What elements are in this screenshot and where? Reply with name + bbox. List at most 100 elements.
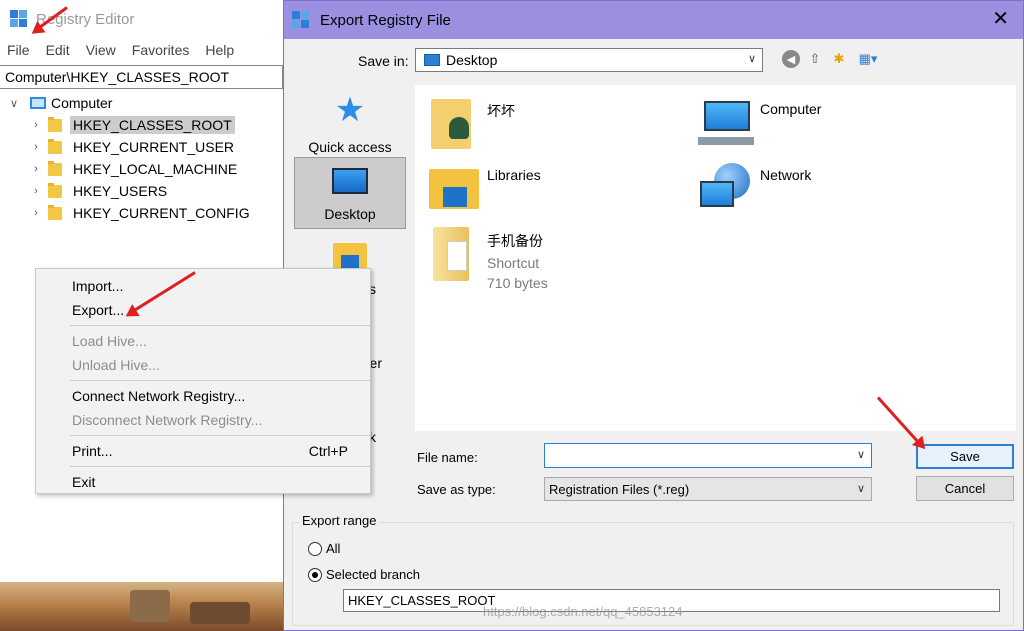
place-quick-access[interactable]: ★ Quick access	[294, 89, 406, 161]
tree-node-hkey-classes-root[interactable]: › HKEY_CLASSES_ROOT	[0, 114, 283, 136]
menu-item-exit[interactable]: Exit	[36, 470, 370, 494]
tree-node-hkey-current-config[interactable]: › HKEY_CURRENT_CONFIG	[0, 202, 283, 224]
tree-node-label: HKEY_USERS	[73, 183, 168, 199]
place-label: Desktop	[324, 206, 376, 222]
file-item-libraries[interactable]: Libraries	[425, 161, 541, 219]
shortcut-folder-icon	[425, 225, 481, 283]
computer-icon	[30, 97, 46, 109]
tree-node-label: HKEY_LOCAL_MACHINE	[73, 161, 238, 177]
save-button[interactable]: Save	[916, 444, 1014, 469]
watermark: https://blog.csdn.net/qq_45853124	[483, 604, 683, 619]
save-in-label: Save in:	[358, 53, 409, 69]
folder-icon	[48, 182, 62, 198]
chevron-right-icon[interactable]: ›	[30, 119, 42, 131]
registry-editor-icon	[10, 10, 28, 28]
chevron-right-icon[interactable]: ›	[30, 163, 42, 175]
menu-item-unload-hive[interactable]: Unload Hive...	[36, 353, 370, 377]
place-label: Quick access	[308, 139, 392, 155]
save-as-type-select[interactable]: Registration Files (*.reg) ∨	[544, 477, 872, 501]
tree-node-label: HKEY_CURRENT_USER	[73, 139, 235, 155]
menu-help[interactable]: Help	[205, 42, 234, 58]
file-name: Network	[760, 167, 812, 183]
tree-node-hkey-current-user[interactable]: › HKEY_CURRENT_USER	[0, 136, 283, 158]
menu-item-import[interactable]: Import...	[36, 274, 370, 298]
background-object	[130, 590, 170, 622]
menu-favorites[interactable]: Favorites	[132, 42, 190, 58]
radio-button[interactable]	[308, 567, 322, 582]
save-in-select[interactable]: Desktop ∨	[415, 48, 763, 72]
save-as-type-label: Save as type:	[417, 482, 496, 497]
tree-node-label: Computer	[51, 95, 113, 111]
up-folder-icon[interactable]: ⇧	[806, 50, 824, 68]
menu-item-label: Disconnect Network Registry...	[72, 412, 263, 428]
menu-item-shortcut: Ctrl+P	[308, 443, 348, 459]
menu-separator	[70, 435, 370, 436]
file-size: 710 bytes	[487, 275, 548, 291]
desktop-icon	[424, 54, 440, 66]
file-item-computer[interactable]: Computer	[698, 95, 821, 153]
place-desktop[interactable]: Desktop	[294, 157, 406, 229]
menu-item-label: Exit	[72, 474, 96, 490]
back-icon[interactable]: ◀	[782, 50, 800, 68]
menu-separator	[70, 466, 370, 467]
context-menu: Import... Export... Load Hive... Unload …	[35, 268, 371, 494]
close-icon[interactable]: ✕	[992, 9, 1009, 29]
chevron-right-icon[interactable]: ›	[30, 141, 42, 153]
menu-item-label: Unload Hive...	[72, 357, 160, 373]
chevron-down-icon[interactable]: ∨	[8, 97, 20, 110]
save-in-value: Desktop	[446, 52, 498, 68]
folder-icon	[48, 138, 62, 154]
tree-node-hkey-users[interactable]: › HKEY_USERS	[0, 180, 283, 202]
menu-view[interactable]: View	[86, 42, 116, 58]
chevron-down-icon: ∨	[856, 483, 865, 495]
menu-item-label: Connect Network Registry...	[72, 388, 246, 404]
radio-selected-branch[interactable]: Selected branch	[308, 567, 420, 582]
file-name-input[interactable]: ∨	[544, 443, 872, 468]
view-menu-icon[interactable]: ▦▾	[854, 50, 882, 68]
menu-item-export[interactable]: Export...	[36, 298, 370, 322]
menu-edit[interactable]: Edit	[46, 42, 70, 58]
libraries-icon	[425, 161, 481, 219]
radio-button[interactable]	[308, 541, 322, 556]
file-item-shortcut[interactable]: 手机备份 Shortcut 710 bytes	[425, 225, 548, 291]
cancel-button[interactable]: Cancel	[916, 476, 1014, 501]
folder-icon	[48, 160, 62, 176]
star-icon: ★	[334, 91, 366, 129]
tree-node-hkey-local-machine[interactable]: › HKEY_LOCAL_MACHINE	[0, 158, 283, 180]
export-registry-dialog: Export Registry File ✕ Save in: Desktop …	[283, 0, 1024, 631]
file-list: 坏坏 Computer Libraries Network 手机备份 Short…	[415, 85, 1016, 431]
menu-file[interactable]: File	[7, 42, 30, 58]
computer-icon	[698, 95, 754, 153]
dialog-title: Export Registry File	[320, 11, 451, 29]
registry-tree: ∨ Computer › HKEY_CLASSES_ROOT › HKEY_CU…	[0, 89, 283, 224]
chevron-right-icon[interactable]: ›	[30, 207, 42, 219]
file-item-user-folder[interactable]: 坏坏	[425, 95, 515, 153]
new-folder-icon[interactable]: ✱	[830, 50, 848, 68]
radio-label: All	[326, 541, 341, 556]
menu-separator	[70, 325, 370, 326]
registry-editor-icon	[292, 11, 310, 29]
network-icon	[698, 161, 754, 219]
tree-node-label: HKEY_CURRENT_CONFIG	[73, 205, 250, 221]
menu-item-print[interactable]: Print... Ctrl+P	[36, 439, 370, 463]
menu-item-disconnect-network-registry[interactable]: Disconnect Network Registry...	[36, 408, 370, 432]
desktop-icon	[332, 168, 368, 194]
menu-item-connect-network-registry[interactable]: Connect Network Registry...	[36, 384, 370, 408]
tree-node-computer[interactable]: ∨ Computer	[0, 92, 283, 114]
menu-item-label: Export...	[72, 302, 125, 318]
chevron-down-icon: ∨	[747, 53, 756, 65]
chevron-down-icon[interactable]: ∨	[857, 448, 865, 461]
radio-all[interactable]: All	[308, 541, 340, 556]
file-name-label: File name:	[417, 450, 478, 465]
tree-node-label: HKEY_CLASSES_ROOT	[70, 116, 235, 134]
folder-icon	[48, 116, 62, 132]
menu-item-label: Load Hive...	[72, 333, 147, 349]
file-item-network[interactable]: Network	[698, 161, 811, 219]
menu-item-label: Print...	[72, 443, 113, 459]
address-bar[interactable]: Computer\HKEY_CLASSES_ROOT	[0, 65, 283, 89]
menu-bar: File Edit View Favorites Help	[0, 38, 283, 62]
navigation-toolbar: ◀ ⇧ ✱ ▦▾	[782, 50, 882, 68]
chevron-right-icon[interactable]: ›	[30, 185, 42, 197]
file-name: Libraries	[487, 167, 541, 183]
menu-item-load-hive[interactable]: Load Hive...	[36, 329, 370, 353]
